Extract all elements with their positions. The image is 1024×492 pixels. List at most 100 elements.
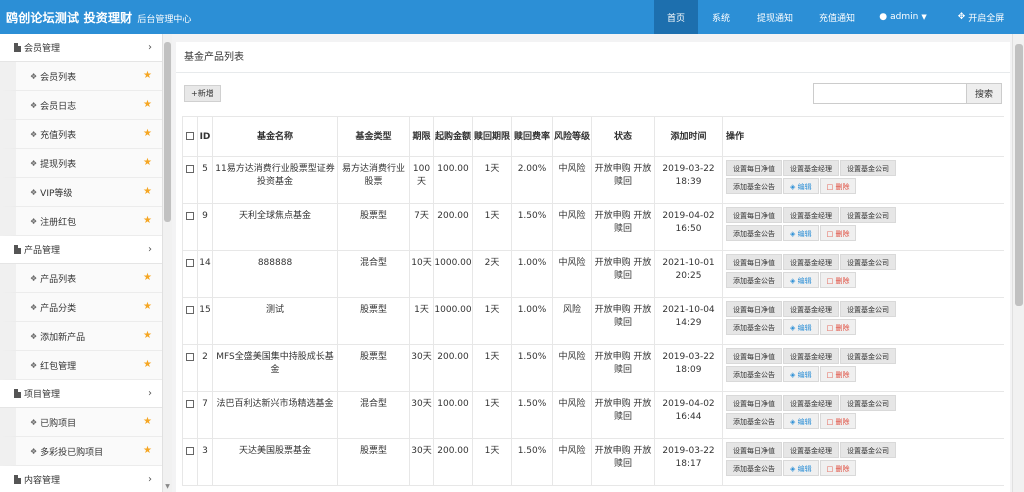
row-select-cell[interactable] <box>182 297 198 345</box>
nav-fullscreen[interactable]: ✥ 开启全屏 <box>938 0 1024 34</box>
add-fund-notice-button[interactable]: 添加基金公告 <box>726 319 782 335</box>
set-fund-manager-button[interactable]: 设置基金经理 <box>783 160 839 176</box>
edit-button[interactable]: ◈ 编辑 <box>783 413 819 429</box>
nav-home[interactable]: 首页 <box>654 0 698 34</box>
row-checkbox[interactable] <box>186 305 194 314</box>
cell-actions: 设置每日净值 设置基金经理 设置基金公司添加基金公告 ◈ 编辑 □ 删除 <box>722 250 1004 298</box>
row-checkbox[interactable] <box>186 399 194 408</box>
sidebar-item[interactable]: ❖ 会员列表 ★ <box>0 62 162 91</box>
search-input[interactable] <box>813 83 967 104</box>
sidebar-item[interactable]: ❖ VIP等级 ★ <box>0 178 162 207</box>
set-fund-company-button[interactable]: 设置基金公司 <box>840 348 896 364</box>
set-fund-manager-button[interactable]: 设置基金经理 <box>783 442 839 458</box>
sidebar-group[interactable]: 会员管理 › <box>0 34 162 62</box>
cell-term: 100天 <box>409 156 434 204</box>
table-row: 5 11易方达消费行业股票型证券投资基金 易方达消费行业股票 100天 100.00 1天… <box>182 156 1004 204</box>
add-fund-notice-button[interactable]: 添加基金公告 <box>726 413 782 429</box>
sidebar-item[interactable]: ❖ 产品分类 ★ <box>0 293 162 322</box>
row-select-cell[interactable] <box>182 203 198 251</box>
sidebar-scroll-thumb[interactable] <box>164 42 171 222</box>
delete-button[interactable]: □ 删除 <box>819 366 857 382</box>
delete-button[interactable]: □ 删除 <box>819 225 857 241</box>
row-checkbox[interactable] <box>186 258 194 267</box>
delete-button[interactable]: □ 删除 <box>819 460 857 476</box>
sidebar-group[interactable]: 项目管理 › <box>0 380 162 408</box>
sidebar-item[interactable]: ❖ 多彩投已购项目 ★ <box>0 437 162 466</box>
set-fund-manager-button[interactable]: 设置基金经理 <box>783 348 839 364</box>
nav-system[interactable]: 系统 <box>698 0 744 34</box>
add-fund-notice-button[interactable]: 添加基金公告 <box>726 178 782 194</box>
add-fund-notice-button[interactable]: 添加基金公告 <box>726 225 782 241</box>
cell-id: 7 <box>197 391 213 439</box>
set-daily-nav-button[interactable]: 设置每日净值 <box>726 442 782 458</box>
sidebar-item[interactable]: ❖ 会员日志 ★ <box>0 91 162 120</box>
set-daily-nav-button[interactable]: 设置每日净值 <box>726 301 782 317</box>
sidebar-scrollbar[interactable]: ▼ <box>162 34 172 492</box>
edit-button[interactable]: ◈ 编辑 <box>783 319 819 335</box>
main-scrollbar[interactable] <box>1012 34 1024 492</box>
delete-button[interactable]: □ 删除 <box>819 178 857 194</box>
set-daily-nav-button[interactable]: 设置每日净值 <box>726 160 782 176</box>
nav-withdraw-notice[interactable]: 提现通知 <box>744 0 806 34</box>
set-fund-manager-button[interactable]: 设置基金经理 <box>783 301 839 317</box>
set-daily-nav-button[interactable]: 设置每日净值 <box>726 207 782 223</box>
row-select-cell[interactable] <box>182 438 198 486</box>
set-fund-manager-button[interactable]: 设置基金经理 <box>783 395 839 411</box>
add-fund-notice-button[interactable]: 添加基金公告 <box>726 460 782 476</box>
cell-redeem-rate: 1.50% <box>511 203 553 251</box>
edit-button[interactable]: ◈ 编辑 <box>783 272 819 288</box>
star-icon: ★ <box>143 301 152 312</box>
set-fund-company-button[interactable]: 设置基金公司 <box>840 442 896 458</box>
nav-admin-menu[interactable]: ● admin ▼ <box>868 0 938 34</box>
add-fund-notice-button[interactable]: 添加基金公告 <box>726 272 782 288</box>
row-checkbox[interactable] <box>186 446 194 455</box>
chevron-right-icon: › <box>148 244 152 255</box>
sidebar-item[interactable]: ❖ 注册红包 ★ <box>0 207 162 236</box>
set-fund-company-button[interactable]: 设置基金公司 <box>840 254 896 270</box>
row-select-cell[interactable] <box>182 344 198 392</box>
edit-button[interactable]: ◈ 编辑 <box>783 460 819 476</box>
cell-redeem-rate: 1.50% <box>511 391 553 439</box>
add-button[interactable]: +新增 <box>184 85 221 102</box>
row-select-cell[interactable] <box>182 156 198 204</box>
sidebar-item[interactable]: ❖ 产品列表 ★ <box>0 264 162 293</box>
delete-button[interactable]: □ 删除 <box>819 272 857 288</box>
sidebar-menu: 会员管理 › ❖ 会员列表 ★ ❖ 会员日志 ★ ❖ 充值列表 ★ ❖ 提现列表 ★ ❖ VIP等级 ★ ❖ 注册红… <box>0 34 162 492</box>
main-scroll-thumb[interactable] <box>1015 44 1023 306</box>
row-select-cell[interactable] <box>182 250 198 298</box>
set-fund-company-button[interactable]: 设置基金公司 <box>840 301 896 317</box>
edit-button[interactable]: ◈ 编辑 <box>783 366 819 382</box>
scroll-down-arrow-icon[interactable]: ▼ <box>164 483 171 490</box>
set-daily-nav-button[interactable]: 设置每日净值 <box>726 348 782 364</box>
cell-added-time: 2021-10-01 20:25 <box>654 250 723 298</box>
edit-button[interactable]: ◈ 编辑 <box>783 225 819 241</box>
sidebar-group[interactable]: 产品管理 › <box>0 236 162 264</box>
add-fund-notice-button[interactable]: 添加基金公告 <box>726 366 782 382</box>
delete-button[interactable]: □ 删除 <box>819 319 857 335</box>
sidebar-group[interactable]: 内容管理 › <box>0 466 162 492</box>
set-daily-nav-button[interactable]: 设置每日净值 <box>726 254 782 270</box>
sidebar-item[interactable]: ❖ 已购项目 ★ <box>0 408 162 437</box>
sidebar-item[interactable]: ❖ 充值列表 ★ <box>0 120 162 149</box>
row-checkbox[interactable] <box>186 211 194 220</box>
row-checkbox[interactable] <box>186 164 194 173</box>
sidebar-item[interactable]: ❖ 红包管理 ★ <box>0 351 162 380</box>
row-checkbox[interactable] <box>186 352 194 361</box>
sidebar-item[interactable]: ❖ 提现列表 ★ <box>0 149 162 178</box>
sidebar-item[interactable]: ❖ 添加新产品 ★ <box>0 322 162 351</box>
select-all-header[interactable] <box>182 116 198 157</box>
set-fund-company-button[interactable]: 设置基金公司 <box>840 395 896 411</box>
cell-min-amount: 100.00 <box>433 391 473 439</box>
set-daily-nav-button[interactable]: 设置每日净值 <box>726 395 782 411</box>
nav-recharge-notice[interactable]: 充值通知 <box>806 0 868 34</box>
set-fund-manager-button[interactable]: 设置基金经理 <box>783 207 839 223</box>
set-fund-company-button[interactable]: 设置基金公司 <box>840 160 896 176</box>
edit-button[interactable]: ◈ 编辑 <box>783 178 819 194</box>
row-select-cell[interactable] <box>182 391 198 439</box>
cell-min-amount: 200.00 <box>433 344 473 392</box>
search-button[interactable]: 搜索 <box>966 83 1002 104</box>
select-all-checkbox[interactable] <box>186 132 194 140</box>
delete-button[interactable]: □ 删除 <box>819 413 857 429</box>
set-fund-manager-button[interactable]: 设置基金经理 <box>783 254 839 270</box>
set-fund-company-button[interactable]: 设置基金公司 <box>840 207 896 223</box>
